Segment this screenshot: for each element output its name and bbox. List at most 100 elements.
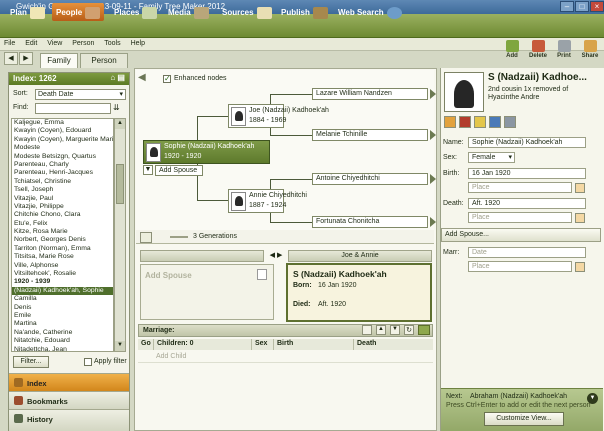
refresh-icon[interactable]: ↻: [404, 325, 414, 335]
sort-select[interactable]: Death Date ▾: [35, 89, 126, 100]
name-list-item[interactable]: Vitsiltehcek', Rosalie: [12, 270, 113, 278]
nav-publish[interactable]: Publish: [277, 3, 332, 21]
add-spouse-expand-icon[interactable]: ▼: [143, 165, 153, 175]
find-input[interactable]: [35, 103, 111, 114]
name-list-item[interactable]: Parenteau, Charly: [12, 161, 113, 169]
notes-icon[interactable]: [474, 116, 486, 128]
nav-places[interactable]: Places: [110, 3, 161, 21]
name-list-item[interactable]: Martina: [12, 320, 113, 328]
expand-right-icon[interactable]: [430, 174, 436, 184]
generations-slider[interactable]: [170, 236, 188, 238]
birth-date-field[interactable]: 16 Jan 1920: [468, 168, 586, 179]
sex-select[interactable]: Female ▾: [468, 152, 515, 163]
web-icon[interactable]: [489, 116, 501, 128]
scroll-thumb[interactable]: [116, 164, 124, 204]
filter-button[interactable]: Filter...: [13, 356, 49, 368]
nav-sources[interactable]: Sources: [218, 3, 276, 21]
apply-filter-checkbox[interactable]: [84, 358, 92, 366]
nav-plan[interactable]: Plan: [6, 3, 49, 21]
marr-place-field[interactable]: Place: [468, 261, 572, 272]
name-list-item[interactable]: Kwayin (Coyen), Edouard: [12, 127, 113, 135]
collapse-arrow-icon[interactable]: ◀: [138, 72, 146, 83]
name-list-item[interactable]: Nitatchie, Edouard: [12, 337, 113, 345]
selected-person-node[interactable]: Sophie (Nadzaii) Kadhoek'ah 1920 - 1920: [143, 140, 270, 164]
facts-icon[interactable]: [459, 116, 471, 128]
minimize-button[interactable]: –: [560, 1, 574, 12]
menu-person[interactable]: Person: [72, 40, 94, 47]
name-list-item[interactable]: Norbert, Georges Denis: [12, 236, 113, 244]
name-list-item[interactable]: Vitazjie, Philippe: [12, 203, 113, 211]
expand-right-icon[interactable]: [430, 89, 436, 99]
media-tab-icon[interactable]: [504, 116, 516, 128]
expand-right-icon[interactable]: [430, 217, 436, 227]
edit-icon[interactable]: [444, 116, 456, 128]
add-button[interactable]: Add: [500, 40, 524, 64]
maternal-grandmother-node[interactable]: Fortunata Chonitcha: [312, 216, 428, 228]
marr-date-field[interactable]: Date: [468, 247, 586, 258]
maximize-button[interactable]: □: [575, 1, 589, 12]
add-spouse-card[interactable]: Add Spouse: [140, 264, 274, 320]
name-list-item[interactable]: (Nadzaii) Kadhoek'ah, Sophie: [12, 286, 113, 296]
menu-help[interactable]: Help: [131, 40, 145, 47]
name-list-item[interactable]: Nitadettcha, Jean: [12, 346, 113, 351]
name-list-item[interactable]: Emile: [12, 312, 113, 320]
parents-header[interactable]: Joe & Annie: [288, 250, 432, 262]
death-place-field[interactable]: Place: [468, 212, 572, 223]
death-date-field[interactable]: Aft. 1920: [468, 198, 586, 209]
nav-people[interactable]: People: [52, 3, 105, 21]
name-list-item[interactable]: Etu'e, Felix: [12, 220, 113, 228]
share-button[interactable]: Share: [578, 40, 602, 64]
menu-file[interactable]: File: [4, 40, 15, 47]
name-list-item[interactable]: Parenteau, Henri-Jacques: [12, 169, 113, 177]
pencil-icon[interactable]: [575, 183, 585, 193]
move-down-icon[interactable]: ▼: [390, 325, 400, 335]
pencil-icon[interactable]: [575, 262, 585, 272]
find-next-icon[interactable]: ⇊: [113, 103, 120, 112]
name-list-item[interactable]: Tsell, Joseph: [12, 186, 113, 194]
scroll-up-icon[interactable]: ▲: [115, 119, 125, 129]
left-nav-index[interactable]: Index: [9, 373, 129, 391]
menu-tools[interactable]: Tools: [104, 40, 120, 47]
person-photo[interactable]: [444, 72, 484, 112]
add-child-row[interactable]: Add Child: [156, 353, 186, 360]
print-button[interactable]: Print: [552, 40, 576, 64]
father-node[interactable]: Joe (Nadzaii) Kadhoek'ah 1884 - 1969: [228, 104, 329, 128]
forward-button[interactable]: ▶: [19, 52, 33, 65]
name-list[interactable]: Kaljegue, Emma Kwayin (Coyen), Edouard Kwa…: [11, 118, 114, 352]
customize-view-button[interactable]: Customize View...: [484, 412, 564, 426]
name-list-item[interactable]: Titsitsa, Marie Rose: [12, 253, 113, 261]
name-list-item[interactable]: Ville, Alphonse: [12, 262, 113, 270]
name-list-item[interactable]: Chitchie Chono, Clara: [12, 211, 113, 219]
tree-add-spouse[interactable]: Add Spouse: [155, 165, 203, 176]
nav-web-search[interactable]: Web Search: [334, 3, 406, 21]
left-nav-history[interactable]: History: [9, 409, 129, 431]
name-list-item[interactable]: Denis: [12, 304, 113, 312]
name-list-item[interactable]: Modeste: [12, 144, 113, 152]
home-icon[interactable]: [140, 232, 152, 243]
menu-view[interactable]: View: [47, 40, 62, 47]
tab-person[interactable]: Person: [80, 53, 128, 68]
add-spouse-button[interactable]: Add Spouse...: [441, 228, 601, 242]
name-list-item[interactable]: Na'ande, Catherine: [12, 329, 113, 337]
move-up-icon[interactable]: ▲: [376, 325, 386, 335]
expand-right-icon[interactable]: [430, 130, 436, 140]
left-nav-bookmarks[interactable]: Bookmarks: [9, 391, 129, 409]
tab-family[interactable]: Family: [40, 53, 78, 68]
chevron-down-icon[interactable]: ▼: [587, 393, 598, 404]
add-child-icon[interactable]: [362, 325, 372, 335]
name-list-item[interactable]: Tchiatsel, Christine: [12, 178, 113, 186]
maternal-grandfather-node[interactable]: Antoine Chiyedhitchi: [312, 173, 428, 185]
family-icon[interactable]: [418, 325, 430, 335]
name-list-item[interactable]: Kitze, Rosa Marie: [12, 228, 113, 236]
close-button[interactable]: ×: [590, 1, 604, 12]
delete-button[interactable]: Delete: [526, 40, 550, 64]
name-list-item[interactable]: Vitazjie, Paul: [12, 195, 113, 203]
name-list-scrollbar[interactable]: ▲ ▼: [114, 118, 126, 352]
menu-edit[interactable]: Edit: [25, 40, 37, 47]
person-card[interactable]: S (Nadzaii) Kadhoek'ah Born: 16 Jan 1920…: [286, 263, 432, 322]
name-field[interactable]: Sophie (Nadzaii) Kadhoek'ah: [468, 137, 586, 148]
paternal-grandfather-node[interactable]: Lazare William Nandzen: [312, 88, 428, 100]
mother-node[interactable]: Annie Chiyedhitchi 1887 - 1924: [228, 189, 307, 213]
name-list-item[interactable]: Kaljegue, Emma: [12, 119, 113, 127]
back-button[interactable]: ◀: [4, 52, 18, 65]
